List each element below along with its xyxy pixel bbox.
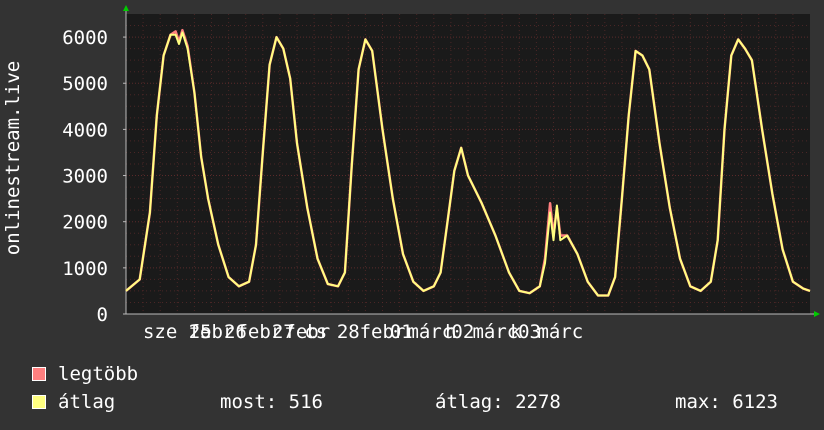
x-axis-arrow xyxy=(814,311,820,317)
legend-item-max: legtöbb xyxy=(32,363,138,385)
stat-max: max: 6123 xyxy=(675,391,778,413)
x-tick-label: márc xyxy=(537,321,583,340)
chart: 0100020003000400050006000sze 25febr26feb… xyxy=(2,5,820,340)
y-tick-label: 3000 xyxy=(62,166,108,188)
y-tick-label: 1000 xyxy=(62,258,108,280)
x-tick-label: 28 xyxy=(337,321,360,340)
y-tick-label: 4000 xyxy=(62,119,108,141)
legend-swatch-avg xyxy=(32,395,46,409)
x-tick-label: cs xyxy=(304,321,327,340)
legend-label-max: legtöbb xyxy=(58,363,139,385)
y-tick-label: 6000 xyxy=(62,27,108,49)
stat-now: most: 516 xyxy=(220,391,323,413)
y-tick-label: 5000 xyxy=(62,73,108,95)
legend-swatch-max xyxy=(32,367,46,381)
y-axis-arrow xyxy=(123,5,129,11)
legend-item-avg: átlag xyxy=(32,391,115,413)
stat-average: átlag: 2278 xyxy=(435,391,561,413)
x-tick-label: 02 xyxy=(451,321,474,340)
y-tick-label: 2000 xyxy=(62,212,108,234)
legend-label-avg: átlag xyxy=(58,391,116,413)
y-tick-label: 0 xyxy=(97,304,108,326)
y-axis-label: onlinestream.live xyxy=(2,61,24,255)
